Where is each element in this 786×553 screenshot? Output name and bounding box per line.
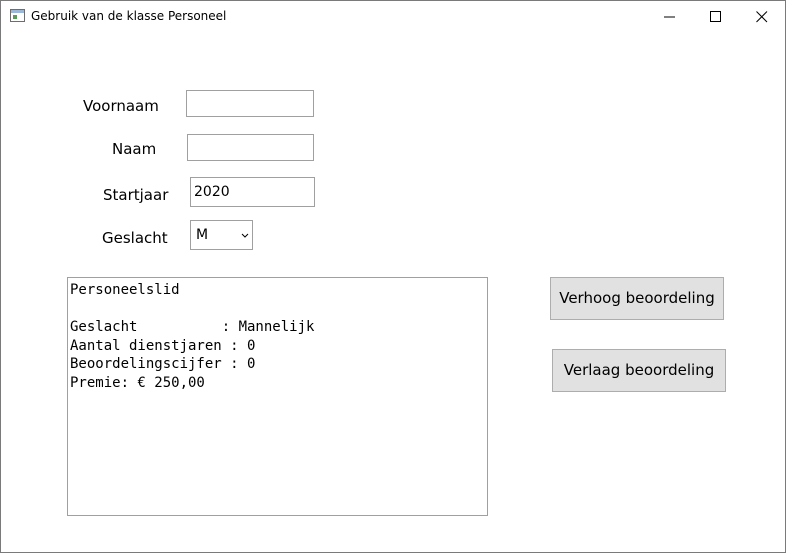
- naam-label: Naam: [112, 140, 157, 158]
- minimize-icon: [664, 16, 675, 18]
- output-line: Aantal dienstjaren : 0: [70, 337, 256, 354]
- geslacht-label: Geslacht: [102, 229, 168, 247]
- title-bar[interactable]: Gebruik van de klasse Personeel: [1, 1, 785, 32]
- output-line: Beoordelingscijfer : 0: [70, 356, 256, 373]
- geslacht-selected-value: M: [196, 227, 209, 243]
- chevron-down-icon: [241, 233, 249, 238]
- startjaar-label: Startjaar: [103, 186, 169, 204]
- output-textbox[interactable]: Personeelslid Geslacht : Mannelijk Aantal…: [67, 277, 488, 516]
- geslacht-select[interactable]: M: [190, 220, 253, 250]
- app-window: Gebruik van de klasse Personeel Voornaam…: [0, 0, 786, 553]
- naam-input[interactable]: [187, 134, 314, 161]
- maximize-button[interactable]: [693, 1, 739, 32]
- window-app-icon: [10, 9, 25, 22]
- close-icon: [756, 11, 768, 23]
- window-title: Gebruik van de klasse Personeel: [31, 9, 227, 23]
- minimize-button[interactable]: [647, 1, 693, 32]
- output-line: Premie: € 250,00: [70, 374, 205, 391]
- output-line: Personeelslid: [70, 282, 180, 298]
- output-line: Geslacht : Mannelijk: [70, 319, 315, 336]
- verlaag-beoordeling-button[interactable]: Verlaag beoordeling: [552, 349, 726, 392]
- verhoog-beoordeling-button[interactable]: Verhoog beoordeling: [550, 277, 724, 320]
- startjaar-input[interactable]: [190, 177, 315, 207]
- voornaam-label: Voornaam: [83, 97, 159, 115]
- voornaam-input[interactable]: [186, 90, 314, 117]
- maximize-icon: [710, 11, 721, 22]
- close-button[interactable]: [739, 1, 785, 32]
